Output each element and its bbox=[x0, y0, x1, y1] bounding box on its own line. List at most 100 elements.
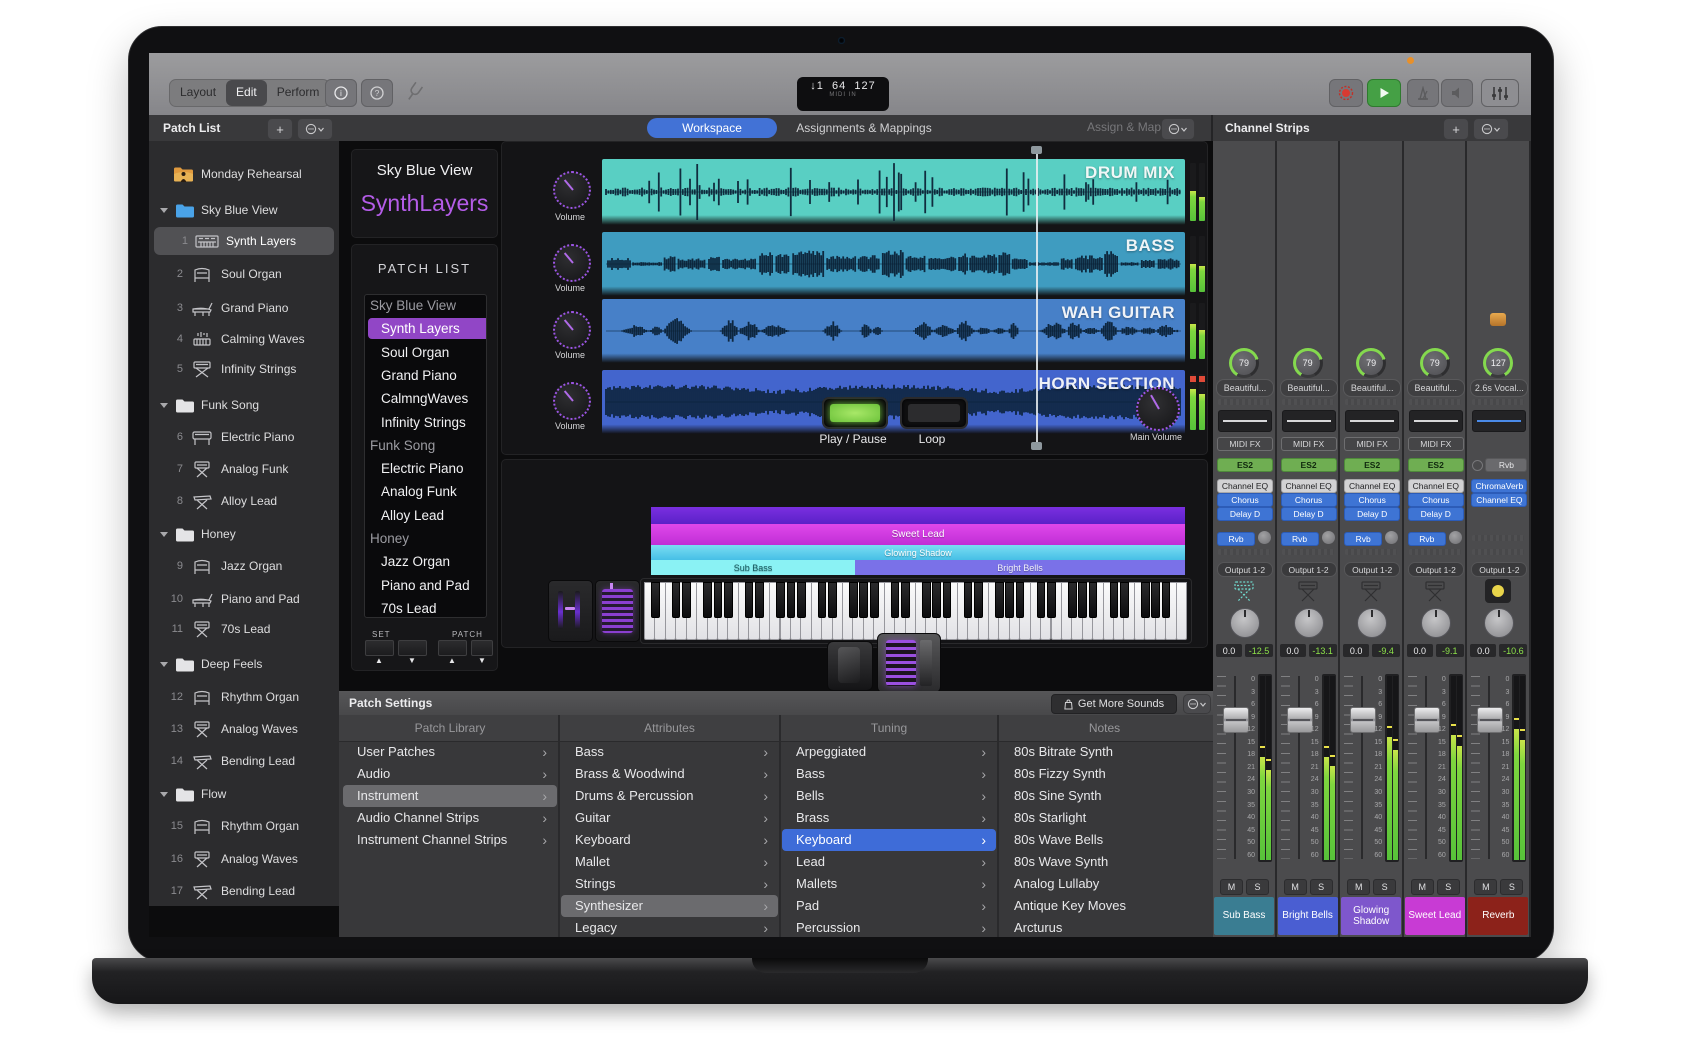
strip-setting-label[interactable]: Beautiful... bbox=[1280, 379, 1338, 397]
midi-fx-slot[interactable]: MIDI FX bbox=[1217, 437, 1273, 451]
patch-list-item[interactable]: Honey bbox=[365, 528, 487, 549]
playhead-handle-bottom[interactable] bbox=[1031, 442, 1042, 450]
mute-button[interactable]: M bbox=[1474, 879, 1497, 895]
output-slot[interactable]: Output 1-2 bbox=[1408, 562, 1464, 577]
get-more-sounds-button[interactable]: Get More Sounds bbox=[1051, 694, 1177, 714]
mode-button-layout[interactable]: Layout bbox=[170, 80, 226, 106]
track-volume-knob[interactable] bbox=[553, 382, 591, 420]
browser-item-80s-wave-synth[interactable]: 80s Wave Synth bbox=[1000, 851, 1209, 873]
tab-assignments-mappings[interactable]: Assignments & Mappings bbox=[785, 118, 943, 138]
metronome-icon[interactable] bbox=[1407, 79, 1439, 107]
output-slot[interactable]: Output 1-2 bbox=[1217, 562, 1273, 577]
browser-item-arpeggiated[interactable]: Arpeggiated› bbox=[782, 741, 996, 763]
browser-item-arcturus[interactable]: Arcturus bbox=[1000, 917, 1209, 937]
sidebar-item-flow[interactable]: Flow bbox=[149, 780, 339, 808]
sidebar-item-rhythm-organ[interactable]: 15Rhythm Organ bbox=[149, 812, 339, 840]
solo-button[interactable]: S bbox=[1310, 879, 1333, 895]
strip-setting-label[interactable]: Beautiful... bbox=[1407, 379, 1465, 397]
browser-item-brass[interactable]: Brass› bbox=[782, 807, 996, 829]
sidebar-item-sky-blue-view[interactable]: Sky Blue View bbox=[149, 196, 339, 224]
insert-slot-delay-d[interactable]: Delay D bbox=[1344, 507, 1400, 521]
mute-button[interactable]: M bbox=[1220, 879, 1243, 895]
strip-gain-knob[interactable]: 127 bbox=[1483, 348, 1513, 378]
sidebar-item-piano-and-pad[interactable]: 10Piano and Pad bbox=[149, 585, 339, 613]
patch-list-item[interactable]: Funk Song bbox=[365, 435, 487, 456]
patch-list-item[interactable]: Sky Blue View bbox=[365, 295, 487, 316]
assign-map-button[interactable]: Assign & Map bbox=[1087, 120, 1161, 134]
strip-name-label[interactable]: Reverb bbox=[1468, 897, 1528, 935]
record-button[interactable] bbox=[1329, 79, 1363, 107]
send-knob[interactable] bbox=[1322, 531, 1335, 544]
midi-fx-slot[interactable]: MIDI FX bbox=[1408, 437, 1464, 451]
insert-slot-chorus[interactable]: Chorus bbox=[1281, 493, 1337, 507]
mute-button[interactable]: M bbox=[1411, 879, 1434, 895]
sidebar-item-honey[interactable]: Honey bbox=[149, 520, 339, 548]
playhead-handle-top[interactable] bbox=[1031, 146, 1042, 154]
instrument-slot-es2[interactable]: ES2 bbox=[1408, 458, 1464, 472]
main-volume-knob[interactable] bbox=[1136, 387, 1180, 431]
solo-button[interactable]: S bbox=[1246, 879, 1269, 895]
channel-strips-action-menu-icon[interactable] bbox=[1473, 118, 1509, 140]
sustain-pedal[interactable] bbox=[877, 633, 941, 693]
instrument-slot-es2[interactable]: ES2 bbox=[1217, 458, 1273, 472]
play-button[interactable] bbox=[1367, 79, 1401, 107]
browser-item-bass[interactable]: Bass› bbox=[561, 741, 778, 763]
speaker-icon[interactable] bbox=[1441, 79, 1473, 107]
browser-item-mallets[interactable]: Mallets› bbox=[782, 873, 996, 895]
sidebar-item-soul-organ[interactable]: 2Soul Organ bbox=[149, 260, 339, 288]
track-volume-knob[interactable] bbox=[553, 311, 591, 349]
browser-item-analog-lullaby[interactable]: Analog Lullaby bbox=[1000, 873, 1209, 895]
patch-list-add-button[interactable]: + bbox=[267, 118, 293, 140]
browser-item-strings[interactable]: Strings› bbox=[561, 873, 778, 895]
mute-button[interactable]: M bbox=[1284, 879, 1307, 895]
layer-zone-top[interactable] bbox=[651, 507, 1185, 524]
mode-button-edit[interactable]: Edit bbox=[226, 80, 267, 106]
strip-name-label[interactable]: Bright Bells bbox=[1278, 897, 1338, 935]
set-up-button[interactable] bbox=[365, 640, 394, 656]
send-slot-rvb[interactable]: Rvb bbox=[1217, 532, 1255, 546]
chevron-down-icon[interactable] bbox=[160, 403, 168, 408]
midi-fx-slot[interactable]: MIDI FX bbox=[1281, 437, 1337, 451]
insert-slot-channel-eq[interactable]: Channel EQ bbox=[1471, 493, 1527, 507]
mode-button-perform[interactable]: Perform bbox=[267, 80, 330, 106]
output-slot[interactable]: Output 1-2 bbox=[1344, 562, 1400, 577]
insert-slot-channel-eq[interactable]: Channel EQ bbox=[1217, 479, 1273, 493]
patch-list-item[interactable]: Infinity Strings bbox=[365, 412, 487, 433]
info-button[interactable]: i bbox=[325, 79, 357, 107]
insert-slot-delay-d[interactable]: Delay D bbox=[1408, 507, 1464, 521]
channel-strips-add-button[interactable]: + bbox=[1443, 118, 1469, 140]
browser-item-80s-wave-bells[interactable]: 80s Wave Bells bbox=[1000, 829, 1209, 851]
chevron-down-icon[interactable] bbox=[160, 532, 168, 537]
send-knob[interactable] bbox=[1385, 531, 1398, 544]
browser-item-bells[interactable]: Bells› bbox=[782, 785, 996, 807]
browser-item-antique-key-moves[interactable]: Antique Key Moves bbox=[1000, 895, 1209, 917]
tab-workspace[interactable]: Workspace bbox=[647, 118, 777, 138]
pre-slot-rvb[interactable]: Rvb bbox=[1485, 458, 1527, 472]
strip-gain-knob[interactable]: 79 bbox=[1356, 348, 1386, 378]
chevron-down-icon[interactable] bbox=[160, 208, 168, 213]
browser-item-keyboard[interactable]: Keyboard› bbox=[782, 829, 996, 851]
browser-item-lead[interactable]: Lead› bbox=[782, 851, 996, 873]
instrument-slot-es2[interactable]: ES2 bbox=[1281, 458, 1337, 472]
sidebar-item-alloy-lead[interactable]: 8Alloy Lead bbox=[149, 487, 339, 515]
browser-item-audio[interactable]: Audio› bbox=[343, 763, 557, 785]
sidebar-item-analog-waves[interactable]: 13Analog Waves bbox=[149, 715, 339, 743]
patch-list-item[interactable]: Alloy Lead bbox=[365, 505, 487, 526]
strip-gain-knob[interactable]: 79 bbox=[1293, 348, 1323, 378]
loop-button[interactable] bbox=[900, 397, 968, 429]
patch-list-item[interactable]: Synth Layers bbox=[368, 318, 487, 339]
pitch-mod-wheels[interactable] bbox=[548, 580, 593, 642]
browser-item-synthesizer[interactable]: Synthesizer› bbox=[561, 895, 778, 917]
play-pause-button[interactable] bbox=[822, 397, 888, 429]
mute-button[interactable]: M bbox=[1347, 879, 1370, 895]
send-slot-rvb[interactable]: Rvb bbox=[1281, 532, 1319, 546]
track-volume-knob[interactable] bbox=[553, 171, 591, 209]
solo-button[interactable]: S bbox=[1500, 879, 1523, 895]
set-down-button[interactable] bbox=[398, 640, 427, 656]
tuner-icon[interactable] bbox=[405, 81, 423, 103]
sidebar-item-deep-feels[interactable]: Deep Feels bbox=[149, 650, 339, 678]
midi-fx-slot[interactable]: MIDI FX bbox=[1344, 437, 1400, 451]
browser-item-keyboard[interactable]: Keyboard› bbox=[561, 829, 778, 851]
sidebar-item-bending-lead[interactable]: 17Bending Lead bbox=[149, 877, 339, 905]
insert-slot-chromaverb[interactable]: ChromaVerb bbox=[1471, 479, 1527, 493]
